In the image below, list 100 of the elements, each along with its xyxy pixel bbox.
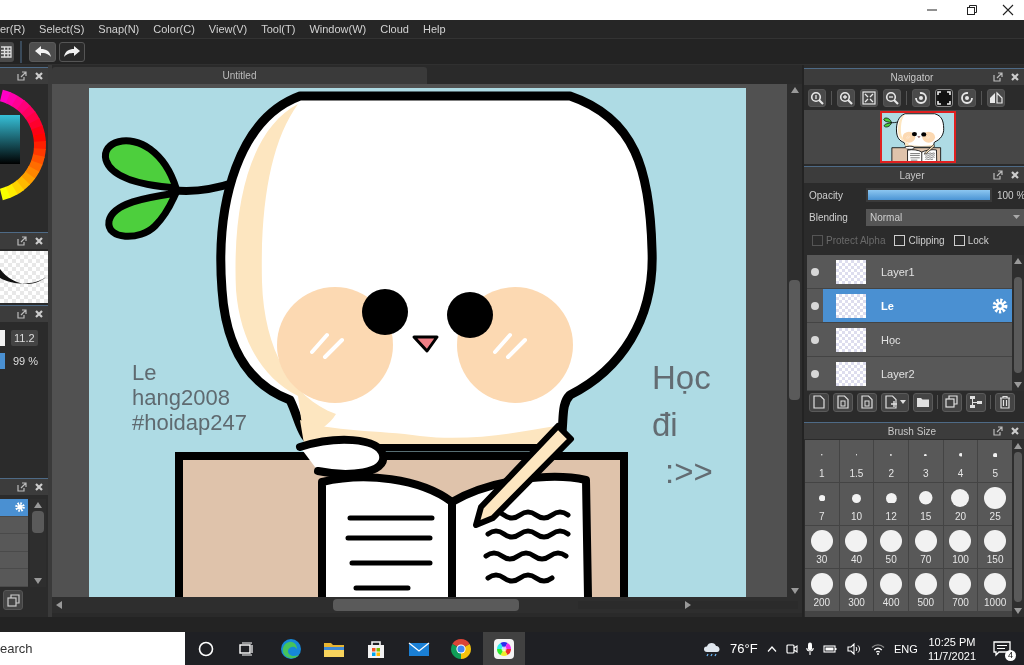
undo-button[interactable] — [29, 41, 56, 62]
scrollbar-thumb[interactable] — [1014, 277, 1022, 373]
battery-icon[interactable] — [823, 643, 838, 654]
menu-item[interactable]: View(V) — [201, 21, 255, 37]
layer-tool-button[interactable] — [857, 392, 877, 412]
brush-size-option[interactable]: 10 — [839, 483, 874, 525]
navigator-tool-button[interactable] — [958, 89, 976, 107]
brush-size-option[interactable]: 50 — [874, 526, 908, 568]
brush-size-option[interactable]: 400 — [874, 569, 908, 611]
navigator-tool-button[interactable] — [987, 89, 1005, 107]
scroll-up-icon[interactable] — [1014, 443, 1022, 449]
language-indicator[interactable]: ENG — [890, 642, 924, 655]
pop-out-icon[interactable] — [993, 170, 1003, 180]
brush-size-option[interactable]: 70 — [909, 526, 943, 568]
horizontal-scrollbar[interactable] — [52, 597, 802, 613]
brush-size-option[interactable]: 200 — [805, 569, 839, 611]
brush-size-option[interactable]: 500 — [909, 569, 943, 611]
scrollbar-thumb[interactable] — [333, 599, 519, 611]
layer-tool-button[interactable] — [913, 392, 933, 412]
document-tab[interactable]: Untitled — [52, 67, 427, 84]
vertical-scrollbar[interactable] — [787, 84, 802, 597]
pop-out-icon[interactable] — [17, 71, 27, 81]
brush-size-option[interactable]: 1000 — [978, 569, 1012, 611]
navigator-tool-button[interactable] — [935, 89, 953, 107]
brush-size-option[interactable]: 100 — [943, 526, 978, 568]
close-icon[interactable] — [34, 71, 44, 81]
close-icon[interactable] — [34, 236, 44, 246]
brush-size-option[interactable]: 12 — [874, 483, 908, 525]
navigator-tool-button[interactable] — [912, 89, 930, 107]
menu-item[interactable]: Help — [416, 21, 453, 37]
redo-button[interactable] — [59, 41, 85, 62]
menu-item[interactable]: Cloud — [373, 21, 416, 37]
brush-size-option[interactable]: 700 — [943, 569, 978, 611]
pop-out-icon[interactable] — [993, 72, 1003, 82]
clock[interactable]: 10:25 PM 11/7/2021 — [923, 634, 980, 663]
visibility-dot-icon[interactable] — [811, 335, 819, 344]
slider-track[interactable] — [0, 330, 5, 346]
layer-item[interactable]: Layer1 — [823, 255, 1012, 288]
brush-size-option[interactable]: 4 — [943, 440, 978, 482]
brush-size-option[interactable]: 1.5 — [839, 440, 874, 482]
list-row[interactable] — [0, 499, 28, 517]
scroll-down-icon[interactable] — [1014, 382, 1022, 388]
size-field[interactable]: 11.2 — [11, 330, 38, 346]
visibility-dot-icon[interactable] — [811, 301, 819, 310]
slider-track[interactable] — [0, 353, 5, 369]
scrollbar-thumb[interactable] — [32, 511, 44, 533]
brush-size-option[interactable]: 40 — [839, 526, 874, 568]
brush-size-option[interactable]: 150 — [978, 526, 1012, 568]
speaker-icon[interactable] — [847, 642, 862, 655]
scroll-down-icon[interactable] — [790, 588, 799, 594]
menu-item[interactable]: Tool(T) — [254, 21, 303, 37]
scroll-down-icon[interactable] — [34, 578, 42, 584]
layer-item[interactable]: Học — [823, 323, 1012, 356]
brush-size-option[interactable]: 300 — [839, 569, 874, 611]
weather-widget[interactable]: 76°F — [698, 632, 763, 665]
brush-size-option[interactable]: 2 — [874, 440, 908, 482]
wifi-icon[interactable] — [871, 642, 886, 655]
brush-size-option[interactable]: 7 — [805, 483, 839, 525]
close-icon[interactable] — [1010, 426, 1020, 436]
toolbar-button[interactable] — [0, 41, 14, 62]
scroll-left-icon[interactable] — [56, 601, 62, 609]
brush-size-option[interactable]: 30 — [805, 526, 839, 568]
pop-out-icon[interactable] — [17, 482, 27, 492]
menu-item[interactable]: er(R) — [0, 21, 33, 37]
close-icon[interactable] — [1010, 72, 1020, 82]
panel-tool-button[interactable] — [3, 590, 23, 610]
layer-tool-button[interactable] — [881, 392, 909, 412]
close-icon[interactable] — [1010, 170, 1020, 180]
search-field[interactable]: earch — [0, 632, 185, 665]
notification-button[interactable]: 4 — [980, 632, 1024, 665]
caret-up-icon[interactable] — [767, 645, 778, 652]
close-icon[interactable] — [34, 309, 44, 319]
visibility-dot-icon[interactable] — [811, 267, 819, 276]
brush-size-option[interactable]: 15 — [909, 483, 943, 525]
navigator-tool-button[interactable] — [860, 89, 878, 107]
scroll-down-icon[interactable] — [1014, 608, 1022, 614]
layer-tool-button[interactable] — [966, 392, 986, 412]
navigator-preview[interactable] — [880, 111, 956, 163]
brush-size-option[interactable]: 25 — [978, 483, 1012, 525]
menu-item[interactable]: Select(S) — [32, 21, 92, 37]
visibility-dot-icon[interactable] — [811, 369, 819, 378]
navigator-tool-button[interactable] — [837, 89, 855, 107]
layer-tool-button[interactable] — [942, 392, 962, 412]
taskbar-app[interactable] — [482, 632, 525, 665]
navigator-tool-button[interactable] — [808, 89, 826, 107]
pop-out-icon[interactable] — [17, 309, 27, 319]
scrollbar-thumb[interactable] — [789, 280, 800, 400]
camera-icon[interactable] — [786, 642, 799, 655]
layer-tool-button[interactable] — [995, 392, 1015, 412]
gear-icon[interactable] — [992, 297, 1008, 314]
scrollbar-thumb[interactable] — [1014, 452, 1022, 602]
close-icon[interactable] — [34, 482, 44, 492]
brush-size-option[interactable]: 3 — [909, 440, 943, 482]
blending-dropdown[interactable]: Normal — [866, 208, 1024, 226]
scroll-up-icon[interactable] — [790, 87, 799, 93]
navigator-tool-button[interactable] — [883, 89, 901, 107]
menu-item[interactable]: Window(W) — [302, 21, 374, 37]
menu-item[interactable]: Snap(N) — [91, 21, 147, 37]
pop-out-icon[interactable] — [993, 426, 1003, 436]
vertical-scrollbar[interactable] — [1012, 440, 1024, 617]
